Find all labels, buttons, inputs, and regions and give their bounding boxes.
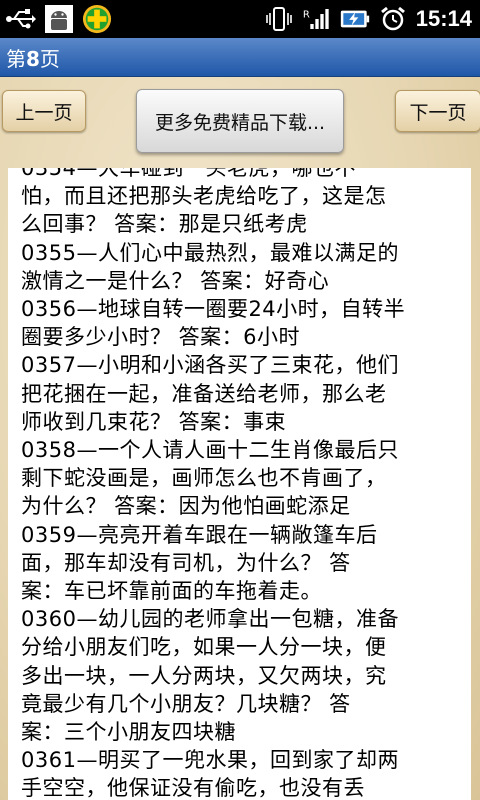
- text-line: 0355—人们心中最热烈，最难以满足的: [21, 240, 399, 265]
- prev-page-button[interactable]: 上一页: [2, 90, 86, 132]
- svg-text:R: R: [303, 9, 310, 20]
- text-line: 把花捆在一起，准备送给老师，那么老: [21, 381, 387, 406]
- more-downloads-button[interactable]: 更多免费精品下载...: [136, 89, 344, 153]
- text-line: 剩下蛇没画是，画师怎么也不肯画了，: [21, 466, 387, 491]
- text-line: 0358—一个人请人画十二生肖像最后只: [21, 438, 399, 463]
- text-line: 为什么？ 答案：因为他怕画蛇添足: [21, 494, 351, 519]
- page-title: 第8页: [6, 43, 60, 72]
- usb-icon: [6, 4, 36, 34]
- text-line: 0360—幼儿园的老师拿出一包糖，准备: [21, 607, 399, 632]
- text-line: 面，那车却没有司机，为什么？ 答: [21, 550, 351, 575]
- text-line: 圈要多少小时？ 答案：6小时: [21, 325, 301, 350]
- text-line: 么回事？ 答案：那是只纸考虎: [21, 212, 308, 237]
- clock-time: 15:14: [415, 6, 472, 31]
- text-line: 竟最少有几个小朋友？几块糖？ 答: [21, 691, 351, 716]
- alarm-clock-icon: [378, 4, 408, 34]
- roaming-signal-icon: R: [302, 4, 332, 34]
- text-line: 激情之一是什么？ 答案：好奇心: [21, 268, 330, 293]
- text-line: 案：三个小朋友四块糖: [21, 720, 236, 745]
- riddle-text: 0354—大车碰到一头老虎，哪也不 怕，而且还把那头老虎给吃了，这是怎 么回事？…: [21, 168, 461, 800]
- text-line: 案：车已坏靠前面的车拖着走。: [21, 579, 322, 604]
- reading-panel[interactable]: 0354—大车碰到一头老虎，哪也不 怕，而且还把那头老虎给吃了，这是怎 么回事？…: [8, 168, 471, 800]
- status-bar: R 15:14: [0, 0, 480, 38]
- page-number: 8: [26, 47, 40, 71]
- text-line: 0354—大车碰到一头老虎，哪也不: [21, 168, 356, 180]
- text-line: 分给小朋友们吃，如果一人分一块，便: [21, 635, 387, 660]
- text-line: 0359—亮亮开着车跟在一辆敞篷车后: [21, 522, 378, 547]
- page-title-suffix: 页: [39, 47, 60, 71]
- text-line: 0356—地球自转一圈要24小时，自转半: [21, 297, 406, 322]
- title-bar: 第8页: [0, 38, 480, 77]
- next-page-button[interactable]: 下一页: [395, 90, 480, 132]
- android-debug-icon: [44, 4, 74, 34]
- text-line: 怕，而且还把那头老虎给吃了，这是怎: [21, 184, 387, 209]
- text-line: 师收到几束花？ 答案：事束: [21, 409, 287, 434]
- vibrate-icon: [264, 4, 294, 34]
- text-line: 0361—明买了一兜水果，回到家了却两: [21, 748, 399, 773]
- text-line: 多出一块，一人分两块，又欠两块，究: [21, 663, 387, 688]
- text-line: 0357—小明和小涵各买了三束花，他们: [21, 353, 399, 378]
- text-line: 手空空，他保证没有偷吃，也没有丢: [21, 776, 365, 800]
- battery-charging-icon: [340, 4, 370, 34]
- page-title-prefix: 第: [6, 47, 26, 71]
- green-plus-app-icon: [82, 4, 112, 34]
